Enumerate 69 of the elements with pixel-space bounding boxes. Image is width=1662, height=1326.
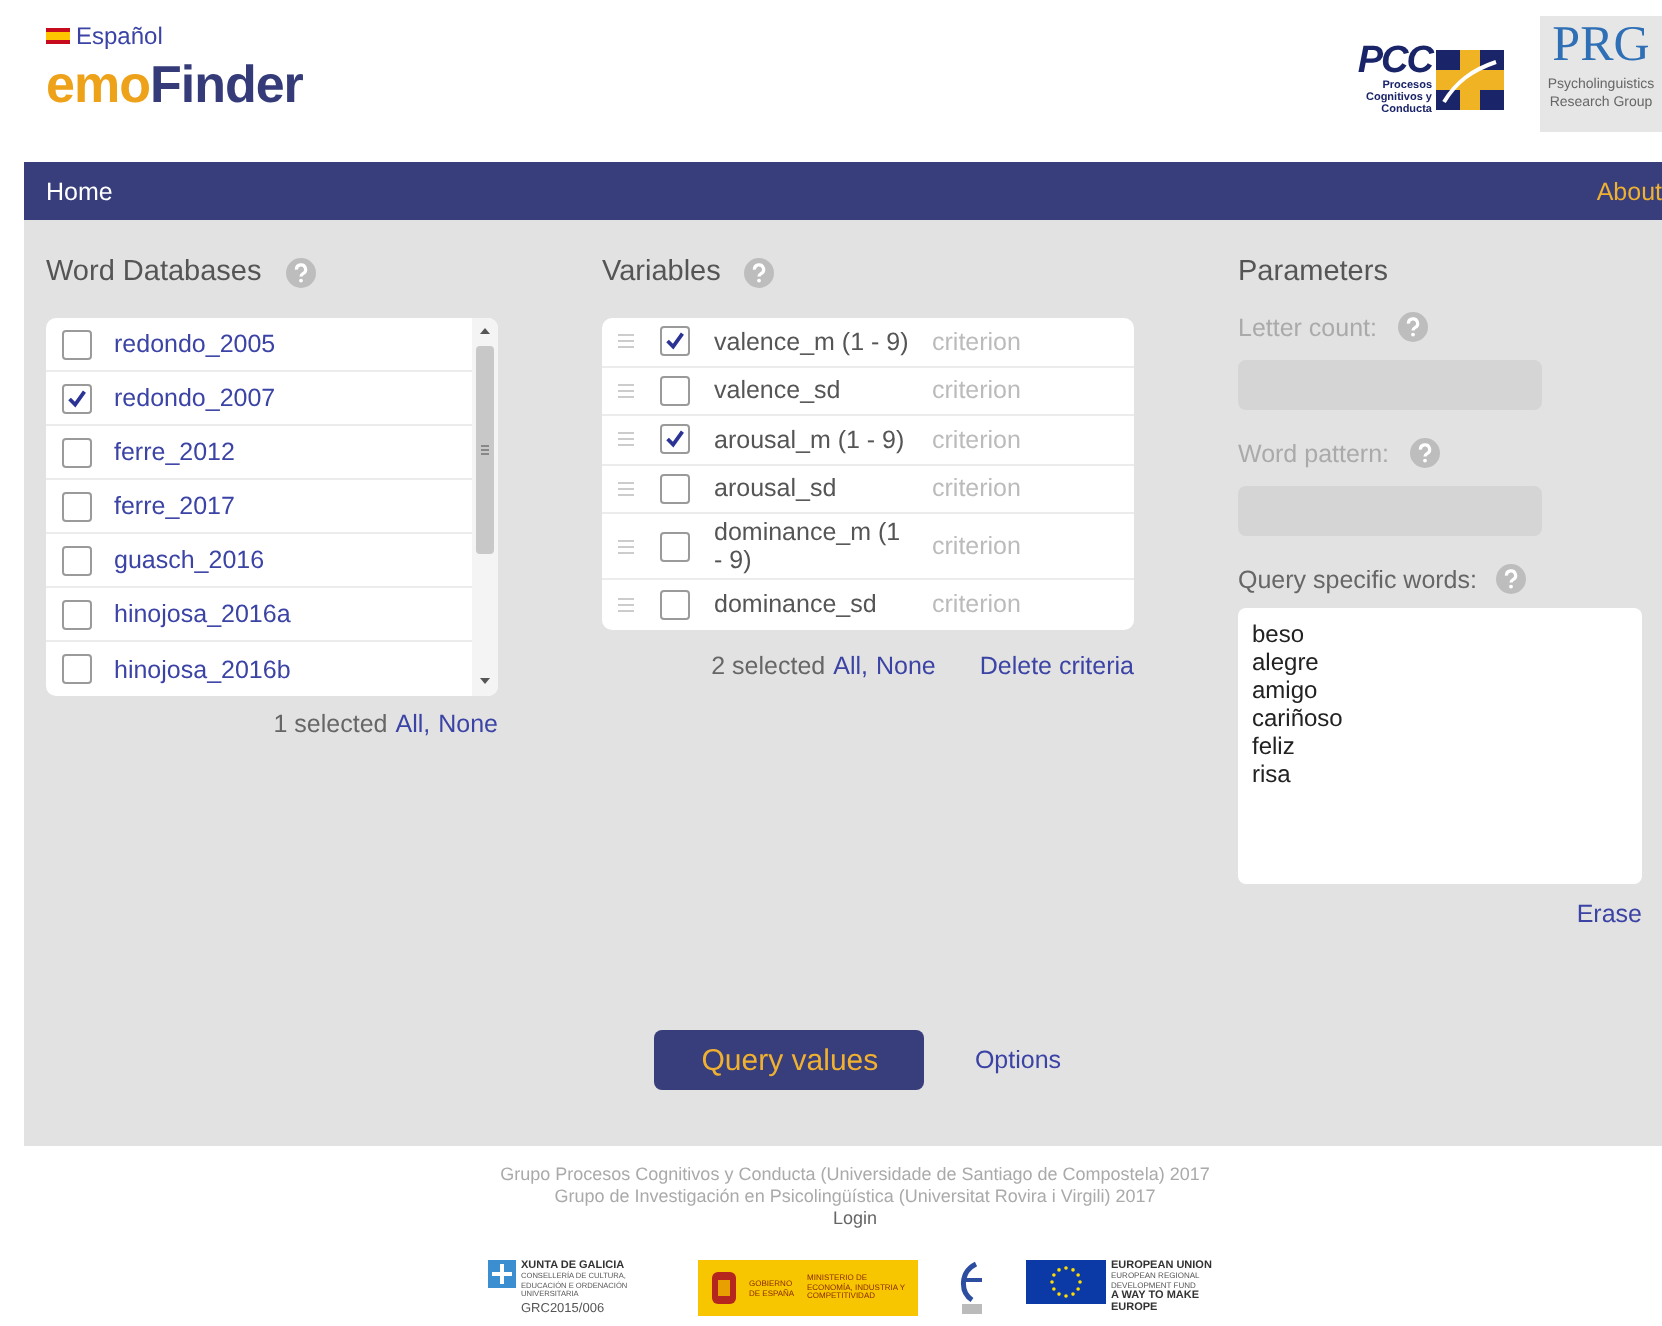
checkbox[interactable] xyxy=(660,589,690,620)
scrollbar[interactable] xyxy=(472,318,498,696)
credits-text: Grupo Procesos Cognitivos y Conducta (Universidade de Santiago de Compostela) 2017 xyxy=(500,1164,1210,1186)
help-icon xyxy=(1496,564,1527,594)
role-label: criterion xyxy=(932,376,1021,405)
checkbox[interactable] xyxy=(660,375,690,406)
credits-text: Grupo de Investigación en Psicolingüística (Universitat Rovira i Virgili) 2017 xyxy=(554,1186,1156,1208)
role-label: criterion xyxy=(932,532,1021,560)
drag-handle-icon[interactable] xyxy=(618,334,634,349)
section-title: Parameters xyxy=(1238,256,1388,288)
database-name[interactable]: redondo_2005 xyxy=(114,330,276,358)
field-label: Word pattern: xyxy=(1238,439,1390,467)
help-icon xyxy=(744,257,775,287)
database-name[interactable]: ferre_2012 xyxy=(114,438,235,466)
checkbox[interactable] xyxy=(62,437,92,467)
checkbox[interactable] xyxy=(62,654,92,684)
checkbox[interactable] xyxy=(62,599,92,629)
variable-name[interactable]: arousal_sd xyxy=(714,474,910,503)
selection-count: 1 selected xyxy=(273,710,388,738)
app-logo[interactable]: emoFinder xyxy=(46,54,303,116)
select-all-link[interactable]: All, xyxy=(395,710,431,738)
select-all-link[interactable]: All, xyxy=(833,651,868,679)
drag-handle-icon[interactable] xyxy=(618,432,634,447)
database-name[interactable]: ferre_2017 xyxy=(114,492,235,520)
role-label: criterion xyxy=(932,327,1021,356)
delete-criteria-link[interactable]: Delete criteria xyxy=(979,651,1134,679)
checkbox[interactable] xyxy=(62,383,92,413)
select-none-link[interactable]: None xyxy=(875,651,936,679)
nav-link[interactable]: Home xyxy=(46,177,113,205)
checkbox[interactable] xyxy=(660,326,690,357)
database-name[interactable]: hinojosa_2016b xyxy=(114,655,291,683)
select-none-link[interactable]: None xyxy=(438,710,498,738)
variable-name[interactable]: valence_m (1 - 9) xyxy=(714,327,910,356)
role-label: criterion xyxy=(932,474,1021,503)
drag-handle-icon[interactable] xyxy=(618,597,634,612)
field-label: Letter count: xyxy=(1238,313,1377,341)
query-button[interactable]: Query values xyxy=(654,1030,925,1090)
drag-handle-icon[interactable] xyxy=(618,481,634,496)
erase-link[interactable]: Erase xyxy=(1576,900,1642,928)
login-link[interactable]: Login xyxy=(832,1208,878,1230)
drag-handle-icon[interactable] xyxy=(618,539,634,553)
checkbox[interactable] xyxy=(660,424,690,455)
selection-count: 2 selected xyxy=(711,651,826,679)
help-icon xyxy=(1397,312,1427,342)
database-name[interactable]: redondo_2007 xyxy=(114,384,276,412)
nav-link[interactable]: About xyxy=(1596,177,1662,205)
variable-name[interactable]: dominance_m (1 - 9) xyxy=(714,518,910,574)
variable-name[interactable]: dominance_sd xyxy=(714,590,910,619)
role-label: criterion xyxy=(932,425,1021,454)
words-field[interactable]: beso alegre amigo cariñoso feliz risa xyxy=(1238,608,1642,884)
field-label: Query specific words: xyxy=(1238,565,1477,593)
database-name[interactable]: hinojosa_2016a xyxy=(114,600,291,628)
checkbox[interactable] xyxy=(62,545,92,575)
checkbox[interactable] xyxy=(660,531,690,561)
section-title: Variables xyxy=(602,256,721,288)
drag-handle-icon[interactable] xyxy=(618,383,634,398)
checkbox[interactable] xyxy=(62,329,92,359)
help-icon xyxy=(285,257,316,287)
database-name[interactable]: guasch_2016 xyxy=(114,546,265,574)
variable-name[interactable]: valence_sd xyxy=(714,376,910,405)
role-label: criterion xyxy=(932,590,1021,619)
section-title: Word Databases xyxy=(46,256,262,288)
help-icon xyxy=(1409,438,1440,468)
language-link[interactable]: Español xyxy=(76,22,163,50)
flag-icon xyxy=(46,28,70,44)
variable-name[interactable]: arousal_m (1 - 9) xyxy=(714,425,910,454)
options-link[interactable]: Options xyxy=(974,1046,1062,1074)
checkbox[interactable] xyxy=(660,473,690,504)
checkbox[interactable] xyxy=(62,491,92,521)
